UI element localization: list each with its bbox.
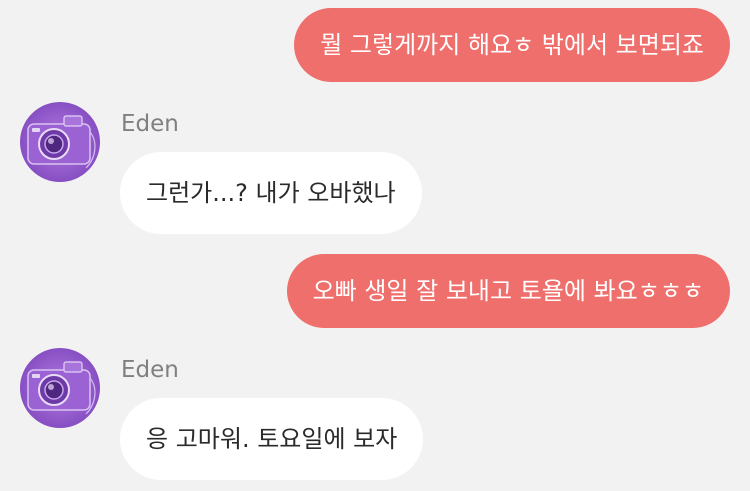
incoming-message-bubble[interactable]: 응 고마워. 토요일에 보자 [120,398,424,480]
avatar[interactable] [20,348,100,428]
chat-thread: 뭘 그렇게까지 해요ㅎ 밖에서 보면되죠 Eden 그런가...? 내가 오바했… [0,0,750,491]
message-text: 오빠 생일 잘 보내고 토욜에 봐요ㅎㅎㅎ [312,277,704,305]
avatar[interactable] [20,102,100,182]
camera-icon [20,348,100,428]
message-text: 뭘 그렇게까지 해요ㅎ 밖에서 보면되죠 [320,31,704,59]
camera-icon [20,102,100,182]
outgoing-message-bubble[interactable]: 뭘 그렇게까지 해요ㅎ 밖에서 보면되죠 [294,8,730,82]
message-text: 응 고마워. 토요일에 보자 [146,425,398,453]
message-text: 그런가...? 내가 오바했나 [146,179,396,207]
sender-name: Eden [121,357,179,383]
outgoing-message-bubble[interactable]: 오빠 생일 잘 보내고 토욜에 봐요ㅎㅎㅎ [286,254,730,328]
sender-name: Eden [121,111,179,137]
incoming-message-bubble[interactable]: 그런가...? 내가 오바했나 [120,152,422,234]
